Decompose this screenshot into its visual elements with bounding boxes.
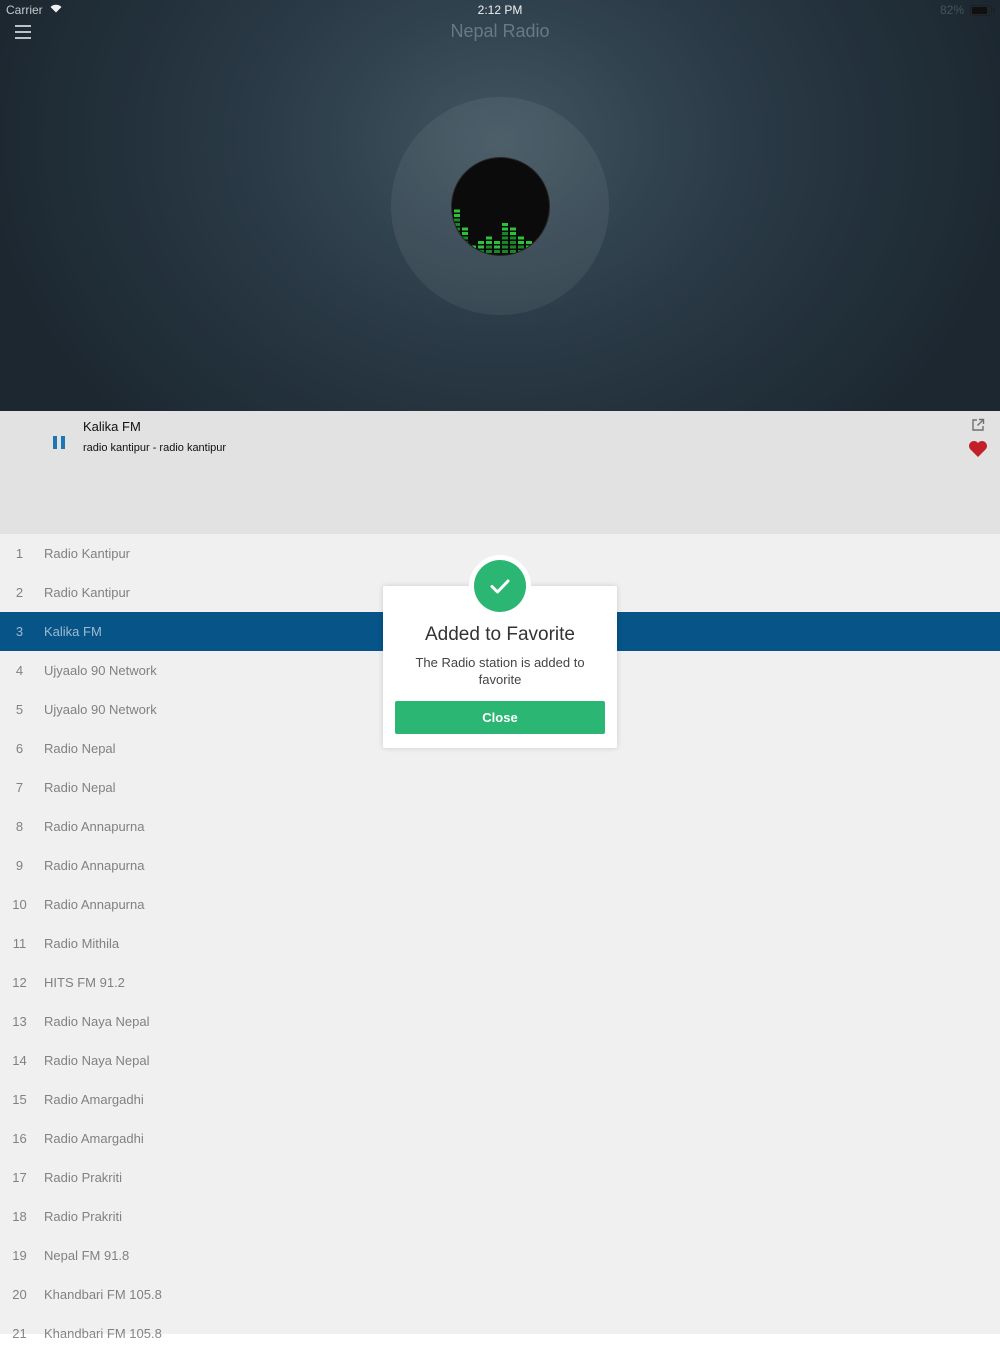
dialog-message: The Radio station is added to favorite xyxy=(415,655,585,687)
checkmark-icon xyxy=(474,560,526,612)
close-button[interactable]: Close xyxy=(395,701,605,734)
dialog-title: Added to Favorite xyxy=(425,624,575,645)
